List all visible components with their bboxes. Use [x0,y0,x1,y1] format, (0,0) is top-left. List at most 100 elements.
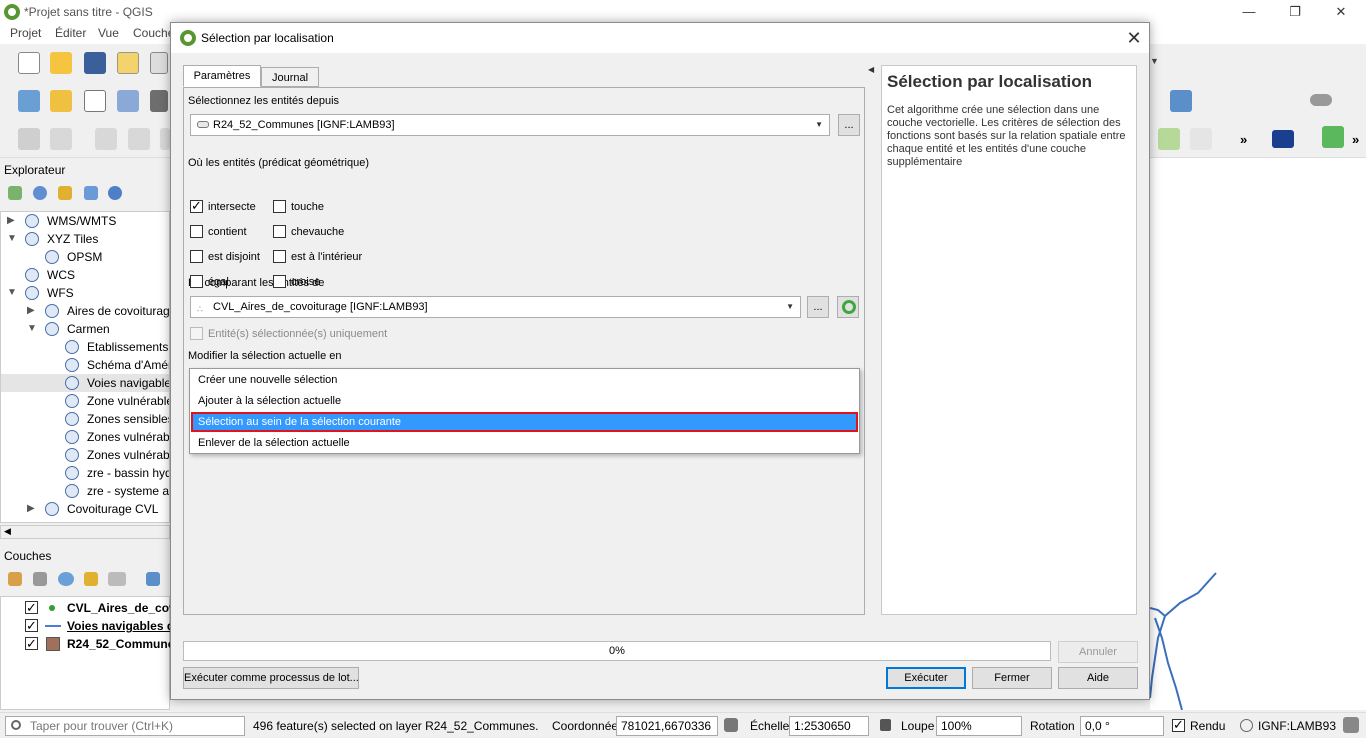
toolbar-more-icon[interactable]: » [1240,132,1247,147]
georeference-icon[interactable] [1170,90,1192,112]
locator-search-input[interactable]: Taper pour trouver (Ctrl+K) [5,716,245,736]
tab-parametres[interactable]: Paramètres [183,65,261,87]
style-manager-icon[interactable] [150,52,168,74]
selected-only-checkbox[interactable] [190,327,203,340]
vertex-tool-icon[interactable] [95,128,117,150]
batch-process-button[interactable]: Exécuter comme processus de lot... [183,667,359,689]
close-window-button[interactable]: ✕ [1318,0,1364,24]
explorer-item[interactable]: ▼ Carmen [1,320,169,338]
eye-icon[interactable] [58,572,74,586]
add-raster-layer-icon[interactable] [50,90,72,112]
expression-filter-icon[interactable] [108,572,126,586]
cut-features-icon[interactable] [160,128,170,150]
crs-button[interactable]: IGNF:LAMB93 [1258,719,1336,733]
explorer-item[interactable]: Zone vulnérable [1,392,169,410]
explorer-item[interactable]: Zones vulnérabl [1,446,169,464]
messages-icon[interactable] [1343,717,1359,733]
modify-selection-option[interactable]: Enlever de la sélection actuelle [191,433,858,453]
new-project-icon[interactable] [18,52,40,74]
expand-right-icon[interactable]: ▶ [7,212,15,230]
explorer-item[interactable]: Schéma d'Amén [1,356,169,374]
refresh-icon[interactable] [33,186,47,200]
digitize-icon[interactable] [117,90,139,112]
save-project-icon[interactable] [84,52,106,74]
expand-down-icon[interactable]: ▼ [7,230,17,248]
zoom-field[interactable]: 100% [936,716,1022,736]
layer-visibility-checkbox[interactable] [25,617,38,635]
menu-projet[interactable]: Projet [10,26,41,40]
explorer-item[interactable]: Voies navigables [1,374,169,392]
compare-layer-options-button[interactable]: ... [807,296,829,318]
explorer-item[interactable]: Zones vulnérabl [1,428,169,446]
restore-button[interactable]: ❐ [1272,0,1318,24]
explorer-item[interactable]: ▼ XYZ Tiles [1,230,169,248]
explorer-item[interactable]: Zones sensibles [1,410,169,428]
add-feature-icon[interactable] [50,128,72,150]
modify-selection-option[interactable]: Créer une nouvelle sélection [191,370,858,390]
add-selected-icon[interactable] [8,186,22,200]
render-checkbox[interactable] [1172,717,1185,733]
explorer-hscrollbar[interactable]: ◀ [0,525,170,539]
locator-zoom-icon[interactable] [1322,126,1344,148]
predicate-checkbox[interactable] [273,225,286,238]
expand-all-icon[interactable] [146,572,160,586]
coordinate-field[interactable]: 781021,6670336 [616,716,718,736]
modify-selection-option[interactable]: Ajouter à la sélection actuelle [191,391,858,411]
filter-legend-icon[interactable] [84,572,98,586]
predicate-checkbox[interactable] [273,275,286,288]
info-icon[interactable] [108,186,122,200]
cancel-button[interactable]: Annuler [1058,641,1138,663]
explorer-item[interactable]: zre - systeme aq [1,482,169,500]
menu-vue[interactable]: Vue [98,26,119,40]
add-vector-layer-icon[interactable] [18,90,40,112]
predicate-checkbox[interactable] [190,275,203,288]
split-features-icon[interactable] [1158,128,1180,150]
close-button[interactable]: Fermer [972,667,1052,689]
add-group-icon[interactable] [33,572,47,586]
explorer-item[interactable]: ▶ Covoiturage CVL [1,500,169,518]
expand-right-icon[interactable]: ▶ [27,302,35,320]
explorer-item[interactable]: OPSM [1,248,169,266]
explorer-item[interactable]: Etablissements R [1,338,169,356]
minimize-button[interactable]: — [1226,0,1272,24]
new-print-layout-icon[interactable] [117,52,139,74]
modify-selection-option[interactable]: Sélection au sein de la sélection couran… [191,412,858,432]
explorer-item[interactable]: WCS [1,266,169,284]
explorer-item[interactable]: ▶ Aires de covoiturage [1,302,169,320]
scroll-left-icon[interactable]: ◀ [4,526,11,537]
menu-editer[interactable]: Éditer [55,26,86,40]
expand-down-icon[interactable]: ▼ [27,320,37,338]
source-layer-combo[interactable]: R24_52_Communes [IGNF:LAMB93] ▼ [190,114,830,136]
predicate-checkbox[interactable] [190,198,203,214]
filter-icon[interactable] [58,186,72,200]
toggle-edit-icon[interactable] [18,128,40,150]
explorer-item[interactable]: zre - bassin hydr [1,464,169,482]
add-delimited-text-icon[interactable] [84,90,106,112]
layer-visibility-checkbox[interactable] [25,635,38,653]
compare-layer-combo[interactable]: ∴ CVL_Aires_de_covoiturage [IGNF:LAMB93]… [190,296,801,318]
toggle-extents-icon[interactable] [724,718,738,732]
plugin-icon[interactable] [150,90,168,112]
ban-plugin-icon[interactable] [1272,130,1294,148]
source-layer-options-button[interactable]: ... [838,114,860,136]
predicate-checkbox[interactable] [273,250,286,263]
delete-selected-icon[interactable] [128,128,150,150]
run-button[interactable]: Exécuter [886,667,966,689]
expand-right-icon[interactable]: ▶ [27,500,35,518]
scale-field[interactable]: 1:2530650 [789,716,869,736]
predicate-checkbox[interactable] [190,250,203,263]
map-canvas[interactable] [1149,158,1366,711]
help-button[interactable]: Aide [1058,667,1138,689]
collapse-all-icon[interactable] [84,186,98,200]
open-project-icon[interactable] [50,52,72,74]
layer-visibility-checkbox[interactable] [25,599,38,617]
explorer-item[interactable]: ▼ WFS [1,284,169,302]
iterate-button[interactable] [837,296,859,318]
tab-journal[interactable]: Journal [261,67,319,87]
layer-row[interactable]: R24_52_Commune [1,635,171,653]
rotation-field[interactable]: 0,0 ° [1080,716,1164,736]
dialog-close-icon[interactable]: ✕ [1123,27,1145,49]
predicate-checkbox[interactable] [273,200,286,213]
gamepad-icon[interactable] [1310,94,1332,106]
toolbar-overflow-icon[interactable]: ▼ [1150,56,1159,66]
